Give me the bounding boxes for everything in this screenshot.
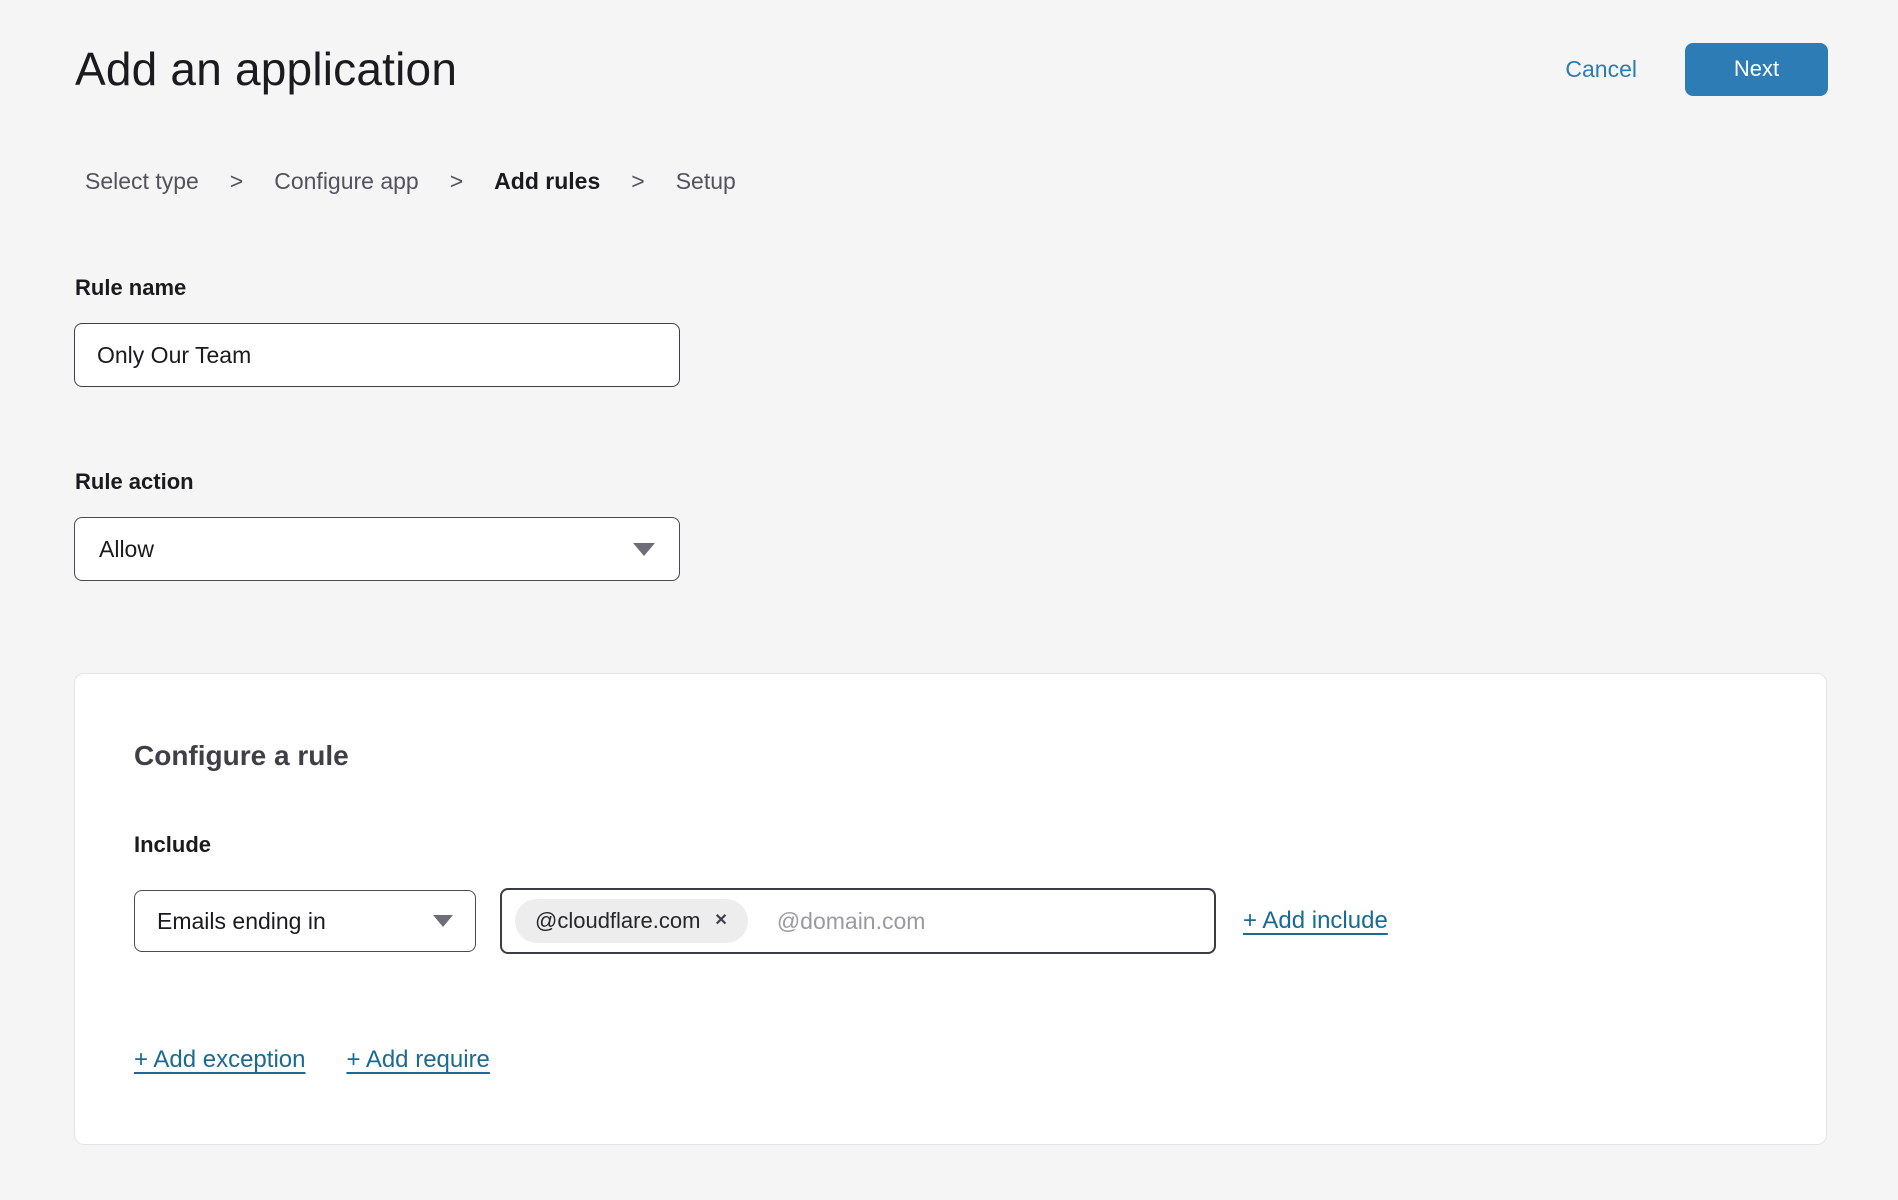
next-button[interactable]: Next	[1685, 43, 1828, 96]
rule-extra-links: + Add exception + Add require	[134, 1046, 1766, 1074]
email-domains-tag-input[interactable]: @cloudflare.com ✕	[500, 888, 1216, 954]
tag-pill: @cloudflare.com ✕	[515, 899, 748, 943]
configure-rule-card: Configure a rule Include Emails ending i…	[74, 673, 1827, 1145]
add-include-link[interactable]: + Add include	[1243, 907, 1388, 935]
card-heading: Configure a rule	[134, 740, 1766, 772]
page-header: Add an application Cancel Next	[0, 0, 1898, 96]
rule-name-label: Rule name	[75, 275, 1898, 301]
breadcrumb-step-select-type[interactable]: Select type	[85, 168, 199, 195]
include-condition-row: Emails ending in @cloudflare.com ✕ + Add…	[134, 888, 1766, 954]
breadcrumb: Select type > Configure app > Add rules …	[85, 168, 1898, 195]
tag-entry-input[interactable]	[775, 907, 1201, 936]
breadcrumb-step-configure-app[interactable]: Configure app	[274, 168, 419, 195]
breadcrumb-step-add-rules: Add rules	[494, 168, 600, 195]
add-require-link[interactable]: + Add require	[346, 1046, 489, 1074]
tag-pill-label: @cloudflare.com	[535, 908, 700, 934]
chevron-down-icon	[633, 543, 655, 556]
rule-action-select[interactable]: Allow	[74, 517, 680, 581]
include-type-select[interactable]: Emails ending in	[134, 890, 476, 952]
add-exception-link[interactable]: + Add exception	[134, 1046, 305, 1074]
include-label: Include	[134, 832, 1766, 858]
include-type-selected-value: Emails ending in	[157, 908, 326, 935]
header-actions: Cancel Next	[1565, 43, 1828, 96]
breadcrumb-separator: >	[230, 168, 243, 195]
rule-action-label: Rule action	[75, 469, 1898, 495]
cancel-button[interactable]: Cancel	[1565, 56, 1637, 83]
breadcrumb-step-setup[interactable]: Setup	[676, 168, 736, 195]
rule-action-selected-value: Allow	[99, 536, 154, 563]
chevron-down-icon	[433, 915, 453, 927]
rule-name-input[interactable]	[74, 323, 680, 387]
remove-tag-icon[interactable]: ✕	[714, 913, 727, 929]
breadcrumb-separator: >	[631, 168, 644, 195]
breadcrumb-separator: >	[450, 168, 463, 195]
page-title: Add an application	[75, 42, 457, 96]
